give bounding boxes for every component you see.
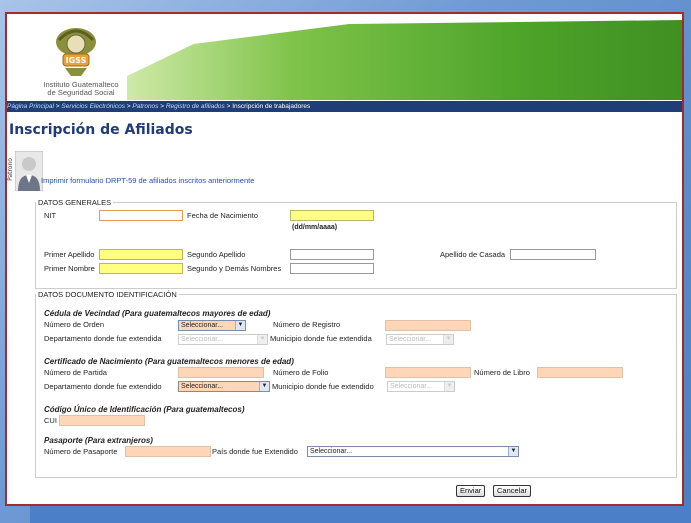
municipio-extendida-label: Municipio donde fue extendida	[270, 334, 372, 343]
breadcrumb-registro[interactable]: Registro de afiliados	[166, 103, 225, 110]
chevron-down-icon: ▼	[257, 335, 267, 344]
nit-input[interactable]	[99, 210, 183, 221]
numero-libro-label: Número de Libro	[474, 368, 530, 377]
institution-line-2: de Seguridad Social	[47, 88, 115, 97]
section-legend: DATOS DOCUMENTO IDENTIFICACIÓN	[38, 290, 177, 299]
breadcrumb-home[interactable]: Página Principal	[7, 103, 54, 110]
sidebar-label: Patrono	[6, 158, 14, 181]
submit-button[interactable]: Enviar	[456, 485, 486, 497]
cui-heading: Código Único de Identificación (Para gua…	[44, 405, 245, 414]
select-value: Seleccionar...	[181, 322, 224, 329]
chevron-down-icon: ▼	[444, 382, 454, 391]
segundo-nombre-input[interactable]	[290, 263, 374, 274]
cedula-heading: Cédula de Vecindad (Para guatemaltecos m…	[44, 309, 271, 318]
fecha-nacimiento-input[interactable]	[290, 210, 374, 221]
cancel-button[interactable]: Cancelar	[493, 485, 532, 497]
cui-label: CUI	[44, 416, 57, 425]
depto-extendida-label: Departamento donde fue extendida	[44, 334, 162, 343]
igss-logo-icon: IGSS	[56, 28, 96, 76]
chevron-down-icon: ▼	[443, 335, 453, 344]
numero-registro-input[interactable]	[385, 320, 471, 331]
breadcrumb-sep: >	[158, 103, 166, 110]
municipio-extendido-label: Municipio donde fue extendido	[272, 382, 374, 391]
apellido-casada-label: Apellido de Casada	[440, 250, 506, 259]
municipio-extendido-select[interactable]: Seleccionar... ▼	[387, 381, 455, 392]
certificado-heading: Certificado de Nacimiento (Para guatemal…	[44, 357, 294, 366]
numero-pasaporte-input[interactable]	[125, 446, 211, 457]
logo-text: IGSS	[66, 56, 87, 65]
select-value: Seleccionar...	[181, 383, 224, 390]
form-page: IGSS Instituto Guatemalteco de Seguridad…	[5, 12, 684, 506]
numero-orden-label: Número de Orden	[44, 320, 105, 329]
pais-extendido-label: País donde fue Extendido	[212, 447, 298, 456]
segundo-apellido-input[interactable]	[290, 249, 374, 260]
section-legend: DATOS GENERALES	[38, 198, 112, 207]
print-form-link[interactable]: Imprimir formulario DRPT-59 de afiliados…	[41, 176, 254, 185]
pasaporte-heading: Pasaporte (Para extranjeros)	[44, 436, 153, 445]
segundo-nombre-label: Segundo y Demás Nombres	[187, 264, 282, 273]
apellido-casada-input[interactable]	[510, 249, 596, 260]
select-value: Seleccionar...	[181, 336, 224, 343]
primer-nombre-input[interactable]	[99, 263, 183, 274]
numero-partida-input[interactable]	[178, 367, 264, 378]
cui-input[interactable]	[59, 415, 145, 426]
page-title: Inscripción de Afiliados	[9, 122, 193, 138]
nit-label: NIT	[44, 211, 57, 220]
header-banner	[127, 20, 682, 100]
primer-nombre-label: Primer Nombre	[44, 264, 95, 273]
numero-folio-label: Número de Folio	[273, 368, 329, 377]
fecha-format-hint: (dd/mm/aaaa)	[292, 224, 338, 231]
chevron-down-icon: ▼	[235, 321, 245, 330]
depto-extendido-select[interactable]: Seleccionar... ▼	[178, 381, 270, 392]
primer-apellido-label: Primer Apellido	[44, 250, 95, 259]
select-value: Seleccionar...	[310, 448, 353, 455]
depto-extendido-label: Departamento donde fue extendido	[44, 382, 162, 391]
segundo-apellido-label: Segundo Apellido	[187, 250, 246, 259]
depto-extendida-select[interactable]: Seleccionar... ▼	[178, 334, 268, 345]
numero-pasaporte-label: Número de Pasaporte	[44, 447, 118, 456]
primer-apellido-input[interactable]	[99, 249, 183, 260]
breadcrumb-current: Inscripción de trabajadores	[232, 103, 311, 110]
bottom-bar	[30, 506, 691, 523]
user-avatar-icon	[15, 151, 43, 191]
chevron-down-icon: ▼	[259, 382, 269, 391]
breadcrumb-patronos[interactable]: Patronos	[132, 103, 158, 110]
chevron-down-icon: ▼	[508, 447, 518, 456]
site-header: IGSS Instituto Guatemalteco de Seguridad…	[7, 14, 682, 101]
breadcrumb-servicios[interactable]: Servicios Electrónicos	[61, 103, 125, 110]
pais-extendido-select[interactable]: Seleccionar... ▼	[307, 446, 519, 457]
breadcrumb: Página Principal > Servicios Electrónico…	[7, 101, 682, 112]
numero-registro-label: Número de Registro	[273, 320, 341, 329]
numero-folio-input[interactable]	[385, 367, 471, 378]
fecha-nacimiento-label: Fecha de Nacimiento	[187, 211, 258, 220]
numero-orden-select[interactable]: Seleccionar... ▼	[178, 320, 246, 331]
institution-name: Instituto Guatemalteco de Seguridad Soci…	[31, 81, 131, 97]
municipio-extendida-select[interactable]: Seleccionar... ▼	[386, 334, 454, 345]
select-value: Seleccionar...	[390, 383, 433, 390]
select-value: Seleccionar...	[389, 336, 432, 343]
numero-libro-input[interactable]	[537, 367, 623, 378]
numero-partida-label: Número de Partida	[44, 368, 107, 377]
